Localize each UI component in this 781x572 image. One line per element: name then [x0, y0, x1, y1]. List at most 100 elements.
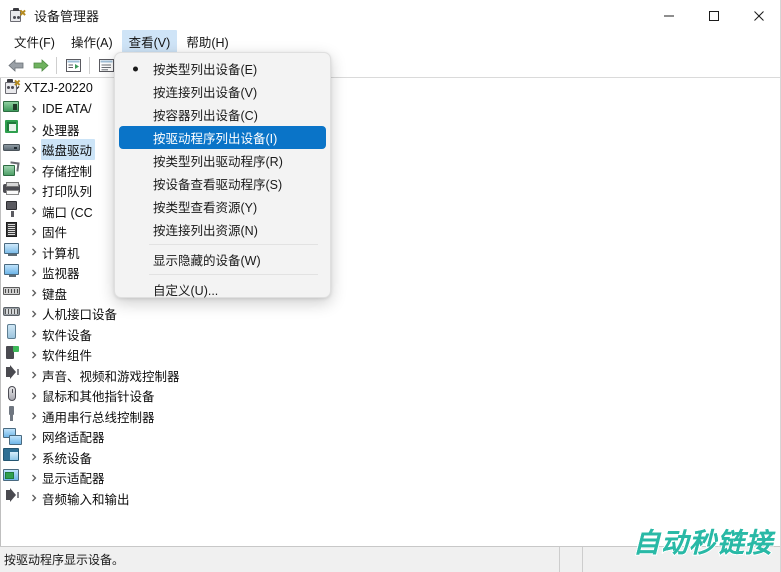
chevron-right-icon[interactable] — [27, 204, 41, 218]
menu-option-list-drivers-by-type[interactable]: 按类型列出驱动程序(R) — [119, 149, 326, 172]
minimize-icon[interactable] — [646, 0, 691, 31]
tree-item-label: IDE ATA/ — [42, 101, 92, 116]
menu-option-list-by-driver[interactable]: 按驱动程序列出设备(I) — [119, 126, 326, 149]
forward-button[interactable] — [28, 54, 52, 76]
menu-option-view-resources-by-type[interactable]: 按类型查看资源(Y) — [119, 195, 326, 218]
chevron-right-icon[interactable] — [27, 450, 41, 464]
menu-view[interactable]: 查看(V) — [121, 30, 178, 54]
chevron-right-icon[interactable] — [27, 184, 41, 198]
chevron-right-icon[interactable] — [27, 163, 41, 177]
system-device-icon — [3, 448, 19, 461]
ide-ata-icon — [3, 100, 19, 112]
chevron-right-icon[interactable] — [27, 286, 41, 300]
tree-item-label: 打印队列 — [42, 185, 93, 200]
window-controls — [646, 0, 781, 31]
processor-icon — [5, 120, 18, 133]
chevron-right-icon[interactable] — [27, 491, 41, 505]
tree-item-label: 网络适配器 — [42, 431, 105, 446]
tree-root-label: XTZJ-20220 — [24, 81, 93, 96]
tree-row-system-device[interactable]: 系统设备 — [1, 447, 781, 468]
chevron-right-icon[interactable] — [27, 327, 41, 341]
menu-option-list-by-type[interactable]: 按类型列出设备(E) — [119, 57, 326, 80]
chevron-right-icon[interactable] — [27, 409, 41, 423]
tree-row-software-device[interactable]: 软件设备 — [1, 324, 781, 345]
menu-bar: 文件(F) 操作(A) 查看(V) 帮助(H) — [0, 30, 781, 54]
tree-item-label: 鼠标和其他指针设备 — [42, 390, 155, 405]
tree-item-label: 存储控制 — [42, 164, 93, 179]
menu-option-list-by-connection[interactable]: 按连接列出设备(V) — [119, 80, 326, 103]
chevron-right-icon[interactable] — [27, 368, 41, 382]
firmware-icon — [6, 221, 17, 237]
tree-item-label: 处理器 — [42, 123, 80, 138]
back-arrow-icon — [7, 58, 25, 72]
sound-video-game-icon — [6, 365, 19, 379]
display-adapter-icon — [3, 468, 19, 481]
tree-item-label: 磁盘驱动 — [42, 144, 93, 159]
tree-row-mouse[interactable]: 鼠标和其他指针设备 — [1, 385, 781, 407]
chevron-right-icon[interactable] — [27, 102, 41, 116]
menu-option-view-drivers-by-device[interactable]: 按设备查看驱动程序(S) — [119, 172, 326, 195]
chevron-right-icon[interactable] — [27, 430, 41, 444]
forward-arrow-icon — [32, 58, 49, 72]
chevron-right-icon[interactable] — [27, 348, 41, 362]
close-icon[interactable] — [736, 0, 781, 31]
radio-bullet-icon — [133, 66, 138, 71]
tree-row-sound-video-game[interactable]: 声音、视频和游戏控制器 — [1, 365, 781, 386]
tree-row-network-adapter[interactable]: 网络适配器 — [1, 427, 781, 448]
tree-item-label: 计算机 — [42, 246, 80, 261]
tree-item-label: 音频输入和输出 — [42, 492, 130, 507]
menu-option-list-by-container[interactable]: 按容器列出设备(C) — [119, 103, 326, 126]
tree-item-label: 系统设备 — [42, 451, 93, 466]
disk-drive-icon — [3, 143, 20, 151]
chevron-right-icon[interactable] — [27, 245, 41, 259]
tree-item-label: 人机接口设备 — [42, 308, 118, 323]
status-cell-2 — [560, 546, 583, 572]
properties-icon — [65, 58, 82, 73]
storage-controller-icon — [3, 162, 19, 176]
chevron-right-icon[interactable] — [27, 307, 41, 321]
audio-io-icon — [6, 488, 19, 502]
device-manager-icon: ✖ — [10, 7, 27, 24]
toolbar-separator-1 — [56, 56, 57, 74]
menu-action[interactable]: 操作(A) — [64, 30, 120, 54]
usb-controller-icon — [9, 406, 14, 421]
tree-row-usb-controller[interactable]: 通用串行总线控制器 — [1, 406, 781, 427]
chevron-right-icon[interactable] — [27, 143, 41, 157]
chevron-right-icon[interactable] — [27, 389, 41, 403]
computer-icon — [4, 243, 19, 256]
keyboard-icon — [3, 287, 20, 295]
tree-row-hid[interactable]: 人机接口设备 — [1, 304, 781, 325]
chevron-right-icon[interactable] — [27, 225, 41, 239]
device-manager-window: ✖ 设备管理器 文件(F) 操作(A) 查看(V) 帮助(H) ✖ XTZJ-2… — [0, 0, 781, 572]
menu-help[interactable]: 帮助(H) — [179, 30, 235, 54]
view-dropdown-menu[interactable]: 按类型列出设备(E) 按连接列出设备(V) 按容器列出设备(C) 按驱动程序列出… — [114, 52, 331, 298]
hid-icon — [3, 306, 20, 316]
watermark-text: 自动秒链接 — [633, 528, 773, 559]
mouse-icon — [8, 385, 16, 401]
software-device-icon — [7, 324, 16, 339]
tree-item-label: 监视器 — [42, 267, 80, 282]
tree-item-label: 软件组件 — [42, 349, 93, 364]
toolbar-separator-2 — [89, 56, 90, 74]
menu-option-show-hidden-devices[interactable]: 显示隐藏的设备(W) — [119, 248, 326, 271]
computer-root-icon: ✖ — [4, 79, 21, 94]
menu-option-customize[interactable]: 自定义(U)... — [119, 278, 326, 301]
menu-option-list-resources-by-connection[interactable]: 按连接列出资源(N) — [119, 218, 326, 241]
tree-row-display-adapter[interactable]: 显示适配器 — [1, 468, 781, 489]
chevron-right-icon[interactable] — [27, 266, 41, 280]
menu-separator-1 — [149, 244, 318, 245]
title-bar: ✖ 设备管理器 — [0, 0, 781, 31]
properties-button[interactable] — [61, 54, 85, 76]
menu-separator-2 — [149, 274, 318, 275]
maximize-icon[interactable] — [691, 0, 736, 31]
tree-row-audio-io[interactable]: 音频输入和输出 — [1, 488, 781, 509]
tree-item-label: 端口 (CC — [42, 205, 93, 220]
chevron-right-icon[interactable] — [27, 471, 41, 485]
back-button[interactable] — [4, 54, 28, 76]
tree-item-label: 通用串行总线控制器 — [42, 410, 155, 425]
tree-row-software-component[interactable]: 软件组件 — [1, 345, 781, 366]
tree-item-label: 显示适配器 — [42, 472, 105, 487]
monitor-icon — [4, 263, 19, 277]
chevron-right-icon[interactable] — [27, 122, 41, 136]
menu-file[interactable]: 文件(F) — [7, 30, 62, 54]
